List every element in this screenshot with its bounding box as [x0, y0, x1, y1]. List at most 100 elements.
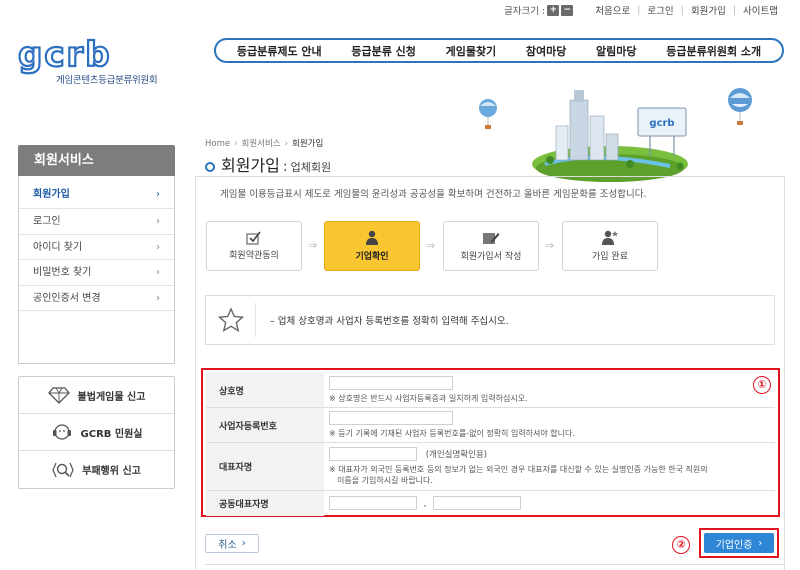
- sidebar-item-label: 회원가입: [33, 189, 70, 200]
- step-arrow-icon: ⇒: [426, 239, 436, 252]
- utility-bar: 글자크기 : + − 처음으로 | 로그인 | 회원가입 | 사이트맵: [504, 3, 778, 17]
- pencil-icon: [483, 232, 500, 244]
- step-application-form: 회원가입서 작성: [443, 221, 539, 271]
- representative-name-input[interactable]: [329, 447, 417, 461]
- step-company-check: 기업확인: [324, 221, 420, 271]
- chevron-right-icon: ›: [156, 216, 160, 227]
- chevron-right-icon: ›: [156, 241, 160, 253]
- step-label: 회원가입서 작성: [460, 251, 522, 262]
- quick-label: 불법게임물 신고: [77, 391, 146, 403]
- cancel-button[interactable]: 취소 ›: [205, 534, 259, 553]
- signup-link[interactable]: 회원가입: [691, 3, 726, 17]
- sidebar-item-label: 비밀번호 찾기: [33, 267, 92, 278]
- sidebar-item-find-password[interactable]: 비밀번호 찾기 ›: [19, 260, 174, 286]
- notice-box: – 업체 상호명과 사업자 등록번호를 정확히 입력해 주십시오.: [205, 295, 775, 345]
- nav-item-about[interactable]: 등급분류위원회 소개: [666, 43, 761, 59]
- step-arrow-icon: ⇒: [545, 239, 555, 252]
- field-hint-cont: 이름을 기입하시길 바랍니다.: [337, 476, 433, 485]
- city-illustration: gcrb: [479, 88, 752, 182]
- quick-label: 부패행위 신고: [82, 466, 141, 477]
- nav-item-rating-system[interactable]: 등급분류제도 안내: [237, 43, 322, 59]
- quick-corruption-report[interactable]: 부패행위 신고: [19, 451, 174, 488]
- step-label: 기업확인: [355, 252, 389, 262]
- login-link[interactable]: 로그인: [647, 3, 673, 17]
- field-label: 공동대표자명: [206, 490, 324, 516]
- page-title-sub: 업체회원: [290, 161, 332, 174]
- font-decrease-button[interactable]: −: [561, 4, 574, 16]
- headset-icon: [51, 421, 73, 443]
- page-title-colon: :: [282, 159, 288, 175]
- step-label: 가입 완료: [592, 252, 628, 262]
- home-link[interactable]: 처음으로: [595, 3, 630, 17]
- balloon-right-icon: [728, 88, 752, 125]
- title-bullet-icon: [205, 162, 215, 172]
- form-row-co-representative: 공동대표자명 ,: [206, 490, 775, 516]
- step-arrow-icon: ⇒: [308, 239, 318, 252]
- notice-text: – 업체 상호명과 사업자 등록번호를 정확히 입력해 주십시오.: [270, 316, 509, 327]
- form-row-business-number: 사업자등록번호 ※ 등기 기록에 기재된 사업자 등록번호를-없이 정확히 입력…: [206, 407, 775, 443]
- content-bottom-divider: [205, 564, 785, 565]
- chevron-right-icon: ›: [156, 292, 160, 304]
- nav-item-rating-apply[interactable]: 등급분류 신청: [351, 43, 416, 59]
- billboard-text: gcrb: [649, 118, 674, 129]
- marker-1: ①: [753, 376, 771, 394]
- company-verify-label: 기업인증: [715, 539, 753, 551]
- field-hint: ※ 등기 기록에 기재된 사업자 등록번호를-없이 정확히 입력하셔야 합니다.: [329, 429, 575, 438]
- sidebar-item-label: 공인인증서 변경: [33, 292, 101, 304]
- breadcrumb: Home › 회원서비스 › 회원가입: [205, 139, 324, 149]
- form-row-representative: 대표자명 (개인실명확인용) ※ 대표자가 외국인 등록번호 등의 정보가 없는…: [206, 442, 775, 491]
- breadcrumb-member-service[interactable]: 회원서비스: [242, 139, 281, 149]
- quick-civil-office[interactable]: GCRB 민원실: [19, 414, 174, 451]
- main-navigation: 등급분류제도 안내 등급분류 신청 게임물찾기 참여마당 알림마당 등급분류위원…: [214, 38, 784, 63]
- balloon-left-icon: [479, 99, 497, 129]
- marker-2: ②: [672, 536, 690, 554]
- company-name-input[interactable]: [329, 376, 453, 390]
- diamond-icon: [47, 384, 70, 406]
- content-divider: [195, 176, 785, 177]
- star-icon: [206, 303, 256, 337]
- magnifier-icon: [52, 459, 74, 481]
- quick-illegal-game-report[interactable]: 불법게임물 신고: [19, 377, 174, 414]
- field-label: 대표자명: [206, 442, 324, 491]
- field-hint: ※ 대표자가 외국인 등록번호 등의 정보가 없는 외국인 경우 대표자를 대신…: [329, 465, 708, 474]
- nav-item-notice[interactable]: 알림마당: [596, 43, 636, 59]
- divider: |: [637, 4, 641, 16]
- chevron-right-icon: ›: [241, 538, 246, 549]
- divider: |: [680, 4, 684, 16]
- page-title: 회원가입 : 업체회원: [205, 152, 331, 176]
- sitemap-link[interactable]: 사이트맵: [743, 3, 778, 17]
- company-verify-button[interactable]: 기업인증 ›: [704, 533, 774, 553]
- sidebar-item-certificate[interactable]: 공인인증서 변경 ›: [19, 286, 174, 311]
- form-row-company-name: 상호명 ※ 상호명은 반드시 사업자등록증과 일치하게 입력하십시오.: [206, 373, 775, 408]
- co-representative-input-2[interactable]: [433, 496, 522, 511]
- sidebar-menu: 회원가입 › 로그인 › 아이디 찾기 › 비밀번호 찾기 › 공인인증서 변경…: [18, 176, 175, 364]
- quick-label: GCRB 민원실: [80, 428, 143, 440]
- field-hint: ※ 상호명은 반드시 사업자등록증과 일치하게 입력하십시오.: [329, 394, 528, 403]
- nav-item-participation[interactable]: 참여마당: [526, 43, 566, 59]
- company-form-highlight: 상호명 ※ 상호명은 반드시 사업자등록증과 일치하게 입력하십시오. 사업자등…: [201, 368, 780, 517]
- font-increase-button[interactable]: +: [547, 4, 560, 16]
- intro-text: 게임물 이용등급표시 제도로 게임물의 윤리성과 공공성을 확보하며 건전하고 …: [220, 189, 647, 200]
- field-separator: ,: [423, 498, 427, 509]
- chevron-right-icon: ›: [156, 189, 160, 200]
- divider: |: [732, 4, 737, 16]
- co-representative-input-1[interactable]: [329, 496, 417, 511]
- person-star-icon: [602, 230, 618, 245]
- sidebar-item-find-id[interactable]: 아이디 찾기 ›: [19, 235, 174, 260]
- sidebar-item-label: 로그인: [33, 216, 61, 227]
- page-title-main: 회원가입: [221, 156, 280, 175]
- person-icon: [366, 230, 378, 245]
- sidebar-item-signup[interactable]: 회원가입 ›: [19, 176, 174, 209]
- chevron-right-icon: ›: [156, 267, 160, 278]
- nav-item-game-search[interactable]: 게임물찾기: [446, 43, 497, 59]
- font-size-control: 글자크기 : + −: [504, 3, 574, 17]
- breadcrumb-current: 회원가입: [292, 139, 324, 149]
- field-label: 상호명: [206, 373, 324, 408]
- lnb-title: 회원서비스: [18, 145, 175, 176]
- field-label: 사업자등록번호: [206, 407, 324, 443]
- sidebar-item-login[interactable]: 로그인 ›: [19, 209, 174, 235]
- site-logo[interactable]: gcrb 게임콘텐츠등급분류위원회: [17, 37, 178, 86]
- breadcrumb-home[interactable]: Home: [205, 139, 230, 149]
- business-number-input[interactable]: [329, 411, 453, 425]
- step-terms: 회원약관동의: [206, 221, 302, 271]
